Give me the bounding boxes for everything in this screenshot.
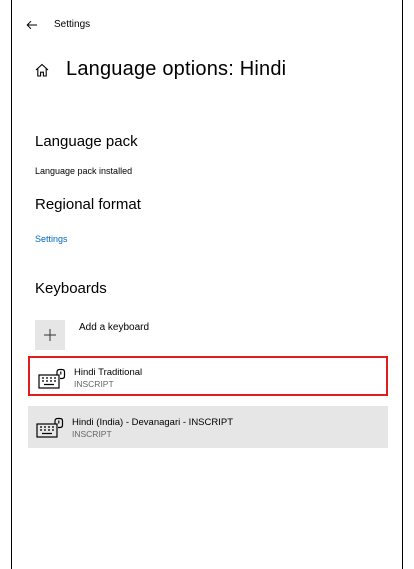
home-icon xyxy=(34,61,52,79)
keyboard-layout: INSCRIPT xyxy=(72,429,112,439)
regional-format-settings-link[interactable]: Settings xyxy=(35,234,68,244)
keyboards-heading: Keyboards xyxy=(35,280,107,297)
add-keyboard-tile xyxy=(35,320,65,350)
keyboard-item-hindi-traditional[interactable]: Hindi Traditional INSCRIPT xyxy=(28,356,388,396)
plus-icon xyxy=(44,329,56,341)
regional-format-heading: Regional format xyxy=(35,196,141,213)
keyboard-name: Hindi (India) - Devanagari - INSCRIPT xyxy=(72,417,234,428)
title-bar: Settings xyxy=(12,0,402,32)
settings-window: Settings Language options: Hindi Languag… xyxy=(11,0,403,569)
add-keyboard-label: Add a keyboard xyxy=(79,322,150,333)
window-title: Settings xyxy=(54,19,91,30)
arrow-left-icon xyxy=(26,20,37,30)
keyboard-name: Hindi Traditional xyxy=(74,367,143,378)
keyboard-layout: INSCRIPT xyxy=(74,379,114,389)
add-keyboard-button[interactable]: Add a keyboard xyxy=(35,320,149,350)
language-pack-heading: Language pack xyxy=(35,133,138,150)
back-button[interactable] xyxy=(24,18,40,32)
page-header: Language options: Hindi xyxy=(34,58,286,81)
language-pack-status: Language pack installed xyxy=(35,166,133,176)
keyboard-item-hindi-india-devanagari[interactable]: Hindi (India) - Devanagari - INSCRIPT IN… xyxy=(28,406,388,448)
page-title: Language options: Hindi xyxy=(66,58,287,80)
keyboard-icon xyxy=(38,368,66,389)
keyboard-icon xyxy=(36,417,64,438)
